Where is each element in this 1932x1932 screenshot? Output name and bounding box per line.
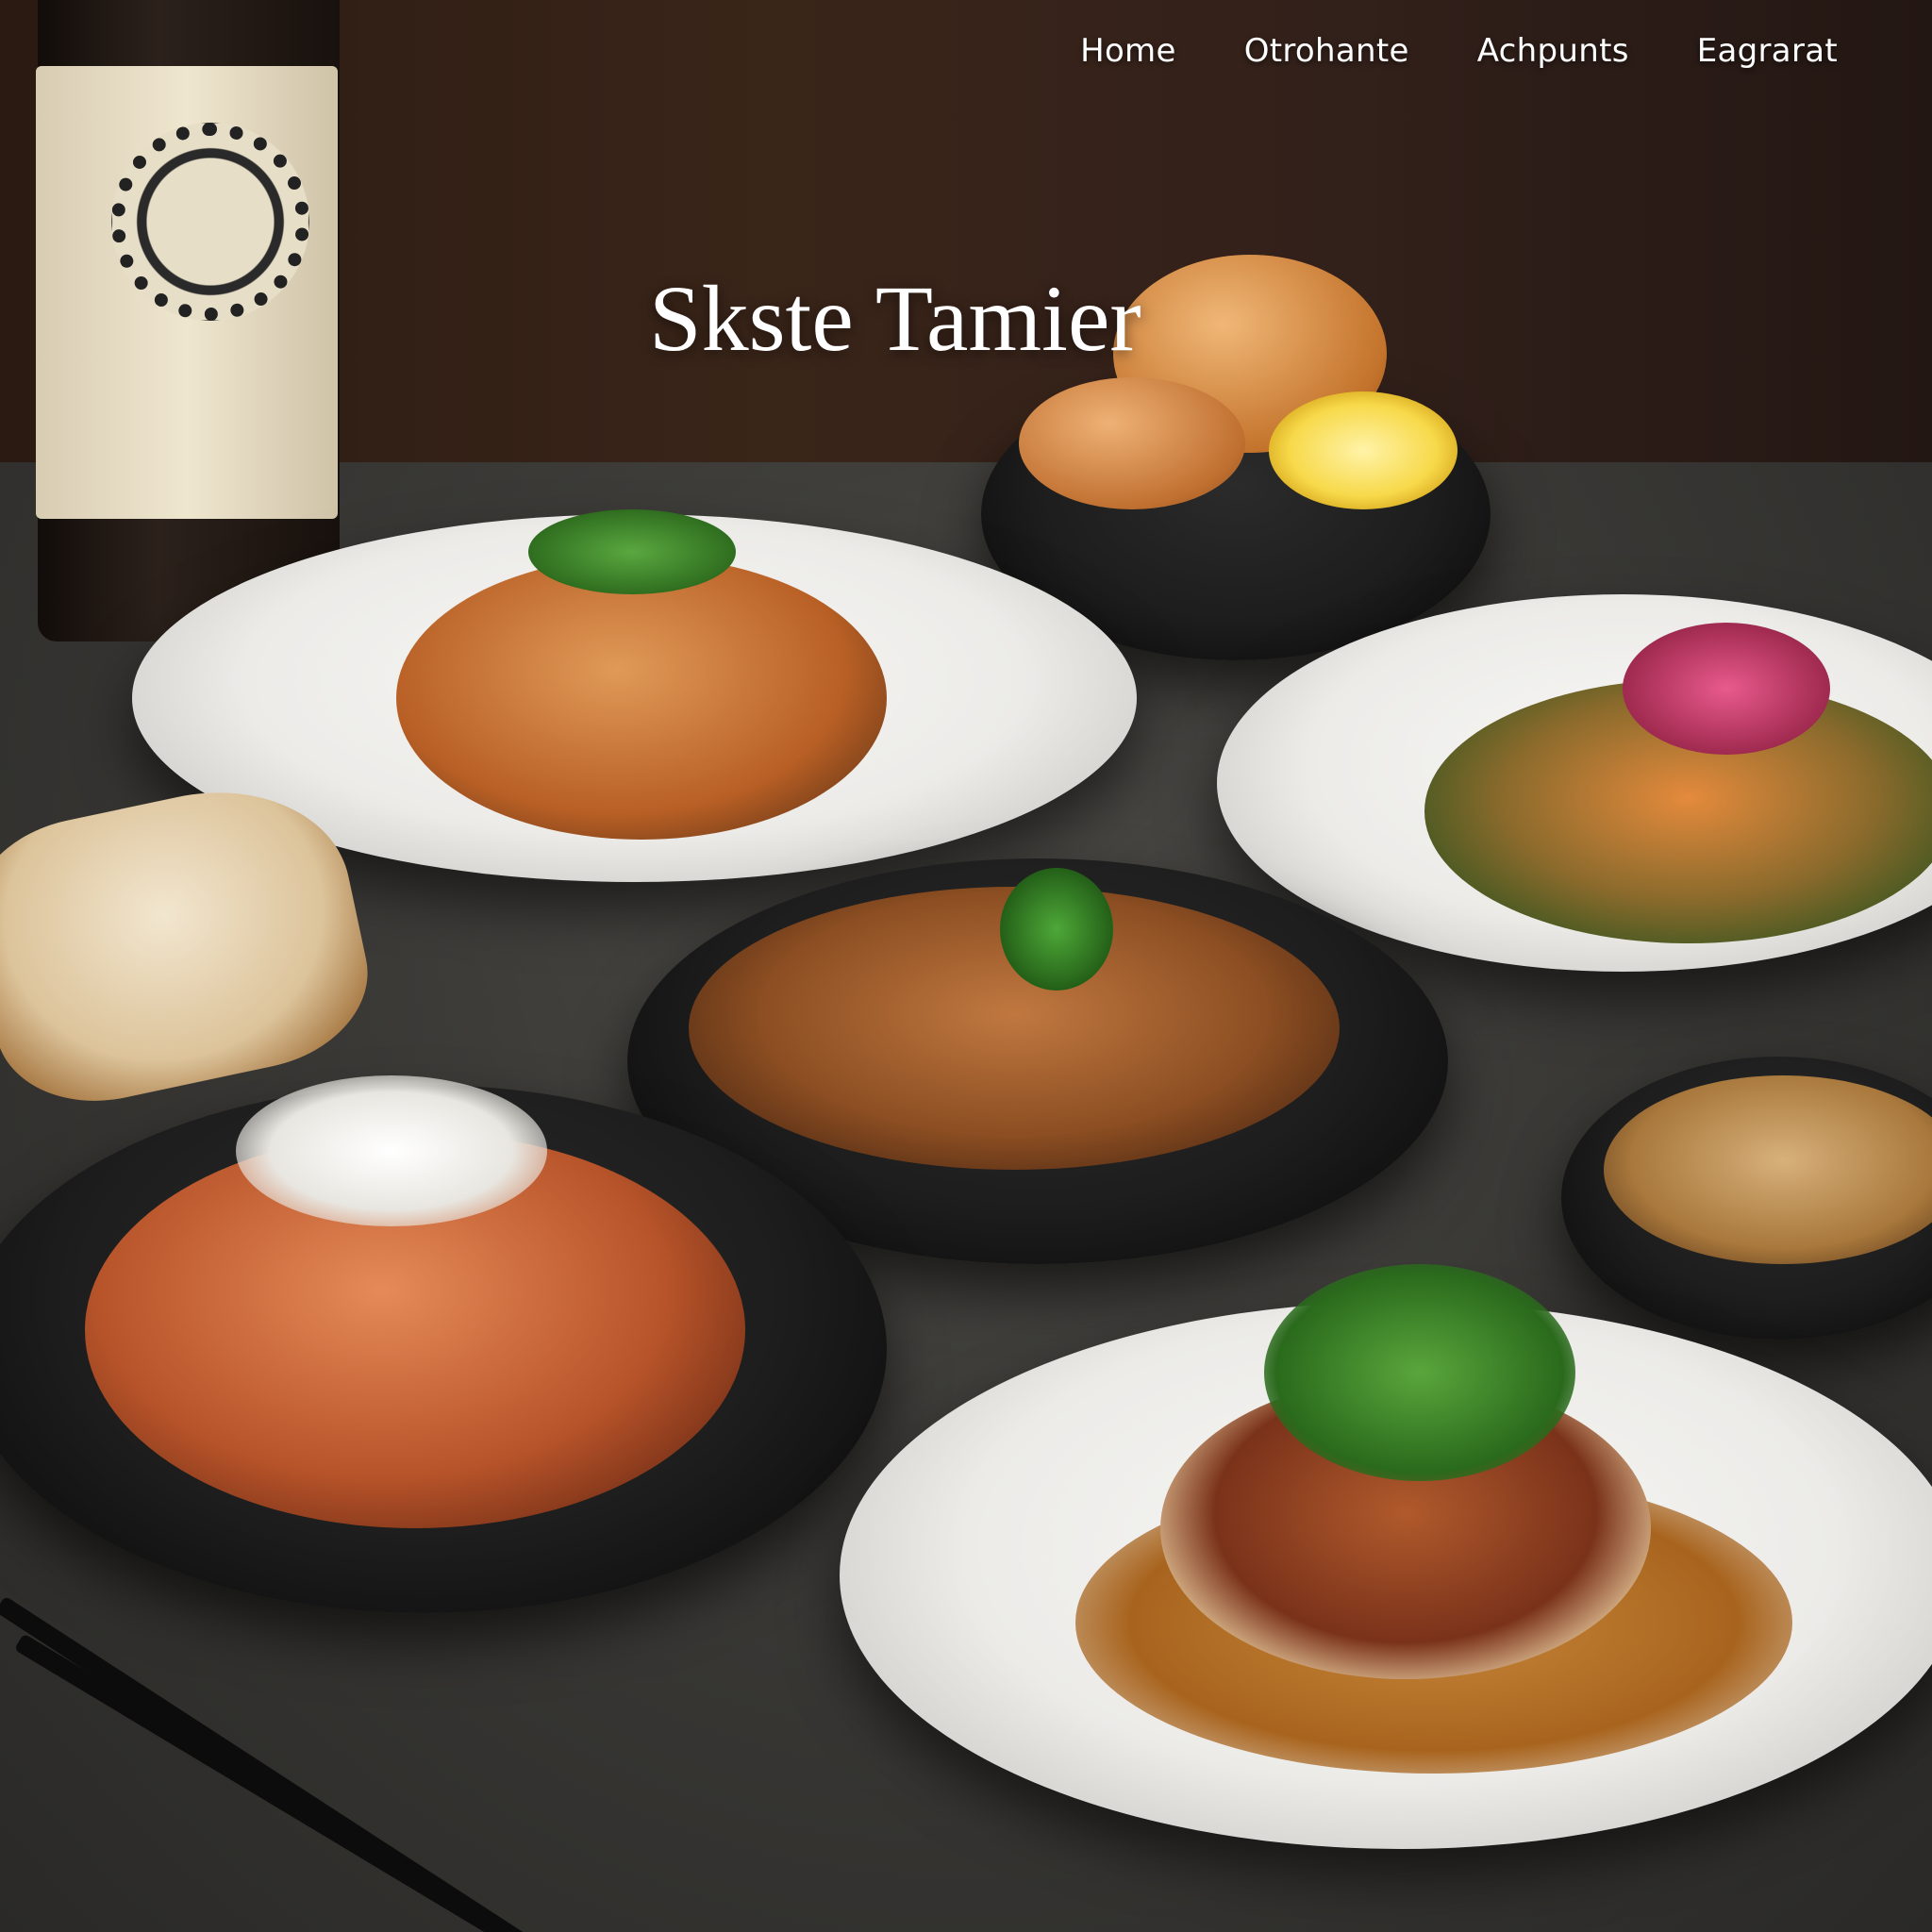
- main-nav: Home Otrohante Achpunts Eagrarat: [1080, 32, 1838, 70]
- basil-leaf: [528, 509, 736, 594]
- nav-item-achpunts[interactable]: Achpunts: [1443, 32, 1663, 70]
- nav-item-eagrarat[interactable]: Eagrarat: [1663, 32, 1838, 70]
- sprout-garnish: [236, 1075, 547, 1226]
- beet-garnish: [1623, 623, 1830, 755]
- bread-roll: [1019, 377, 1245, 509]
- nav-item-home[interactable]: Home: [1080, 32, 1210, 70]
- bottle-seal: [111, 123, 309, 321]
- fried-chicken: [396, 557, 887, 840]
- hero-title: Skste Tamier: [649, 266, 1141, 371]
- basil-leaf: [1000, 868, 1113, 991]
- lemon-half: [1269, 391, 1457, 509]
- herb-garnish: [1264, 1264, 1575, 1481]
- nav-item-otrohante[interactable]: Otrohante: [1210, 32, 1443, 70]
